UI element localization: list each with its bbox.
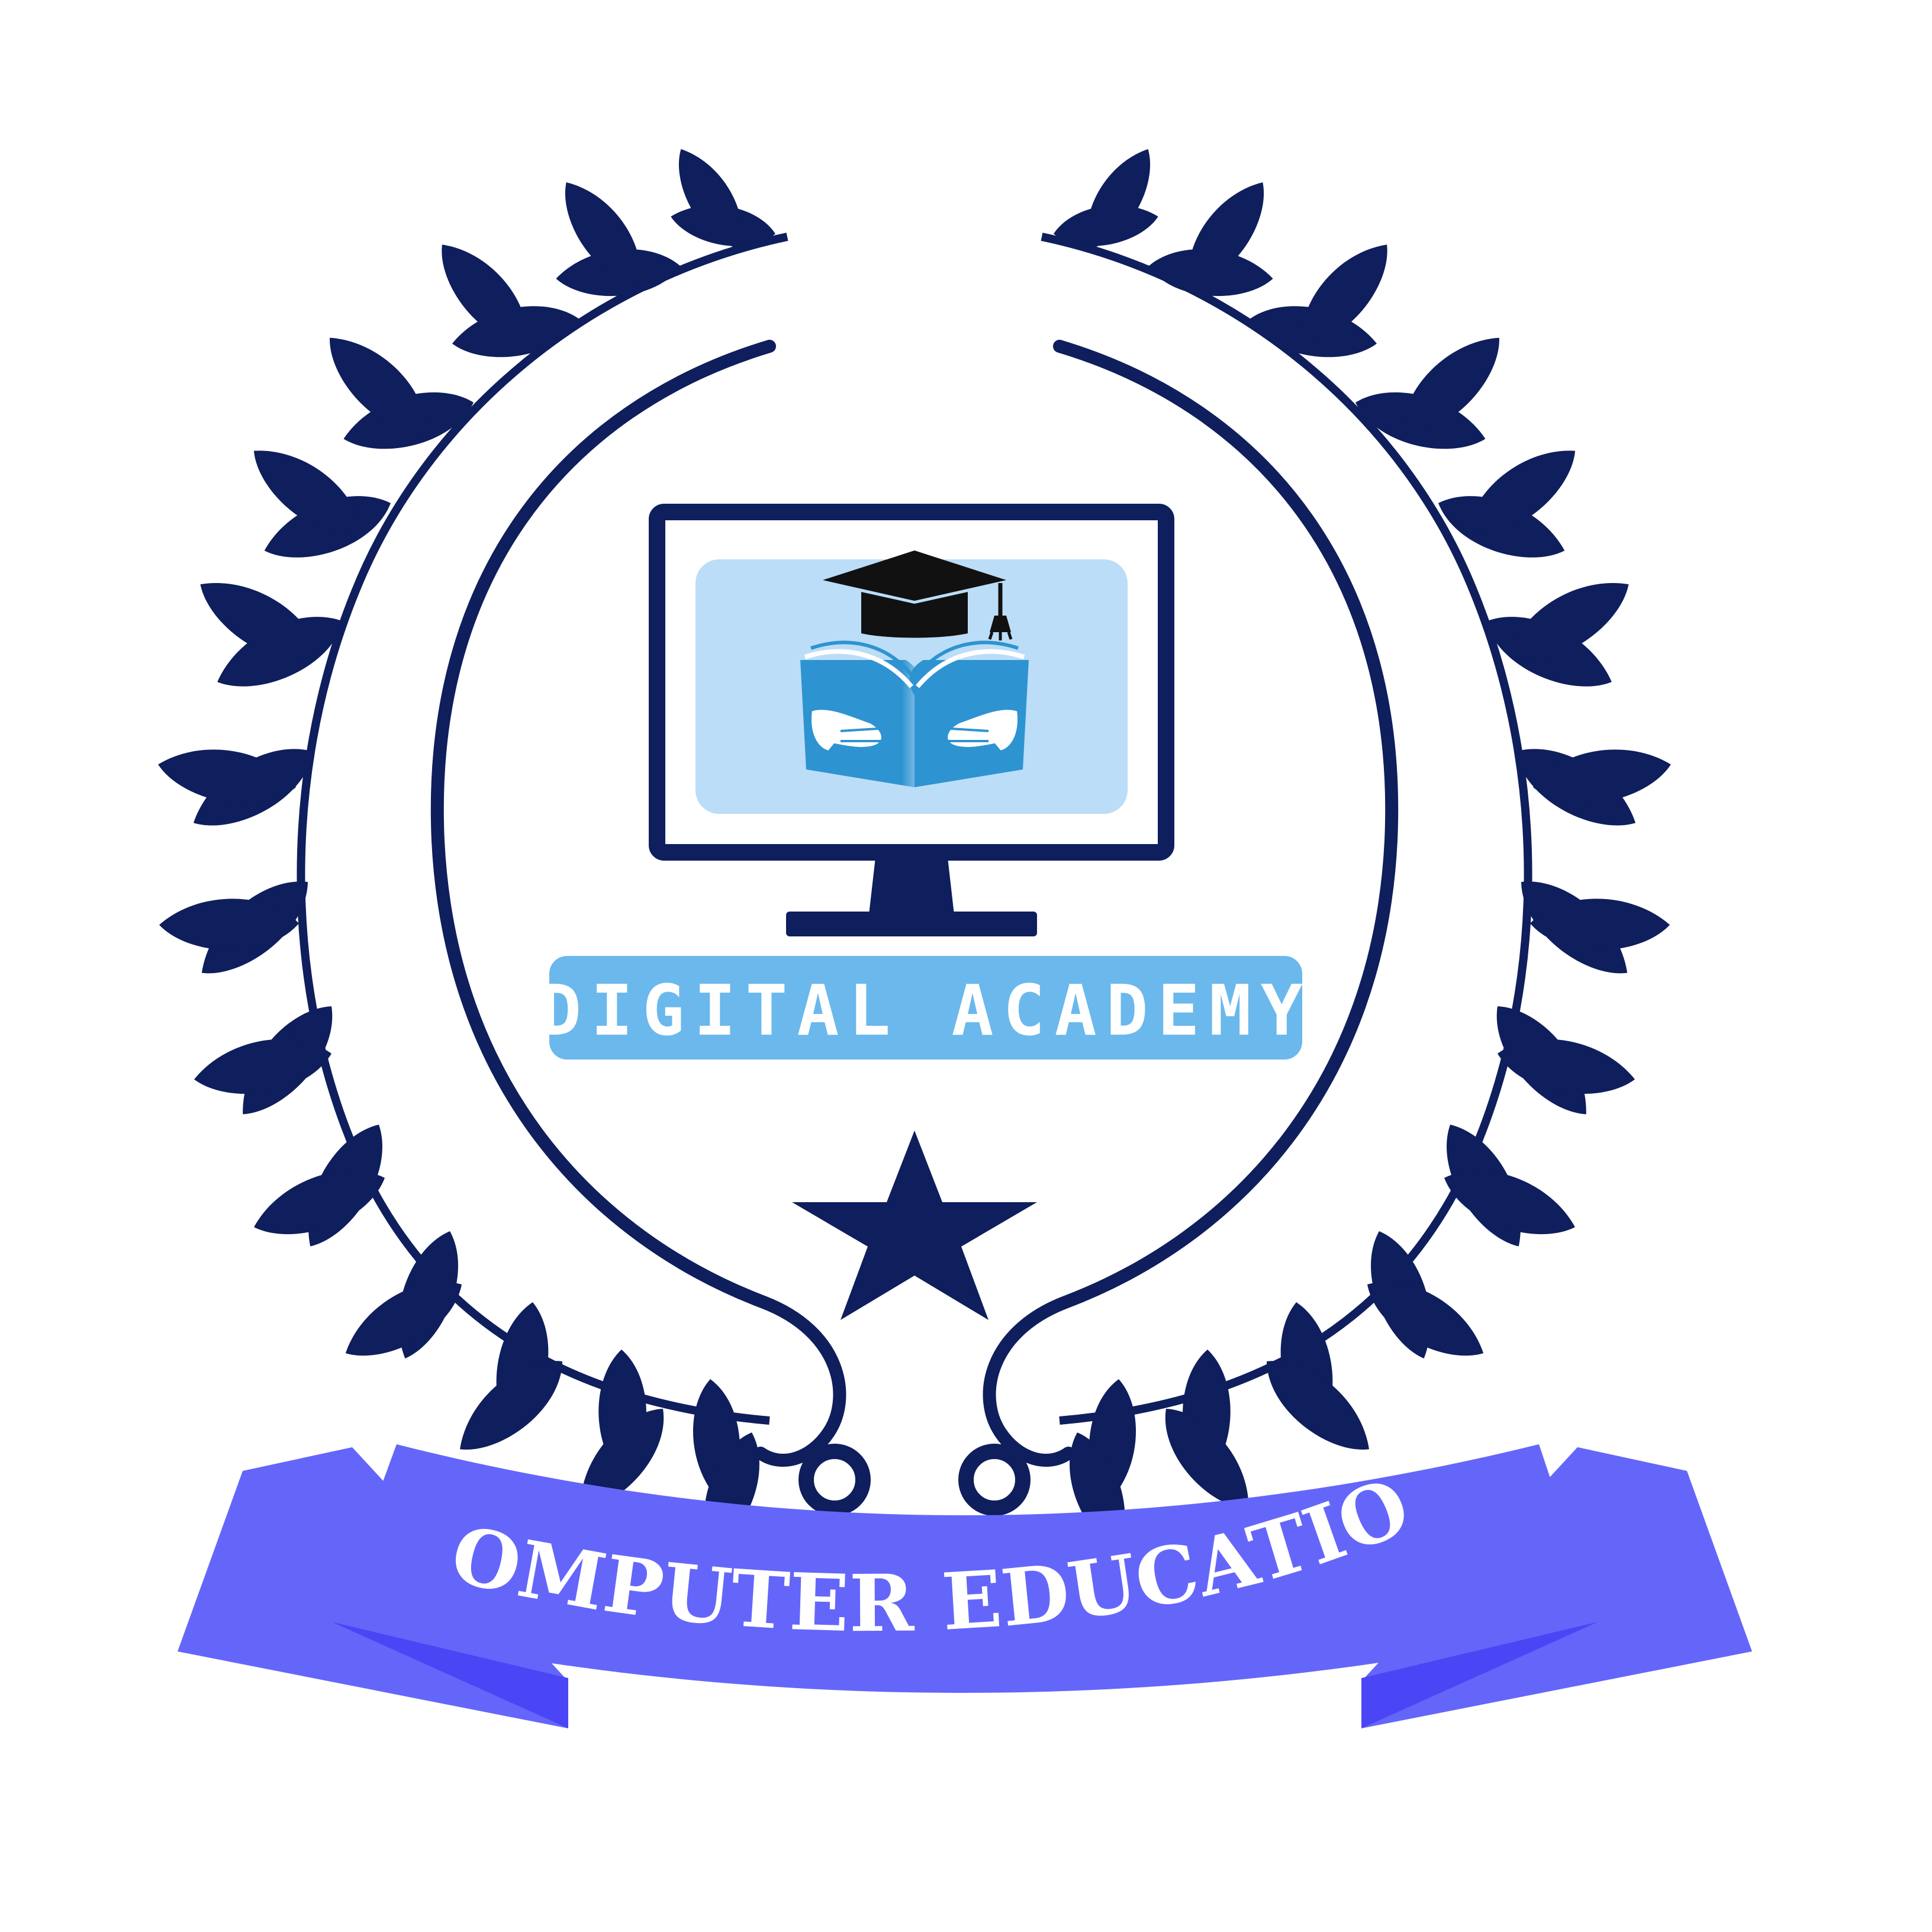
academy-emblem: DIGITAL ACADEMY COMPUTER EDUCATION <box>0 0 1752 1728</box>
academy-name: DIGITAL ACADEMY <box>539 970 1312 1051</box>
star-icon <box>792 1131 1037 1320</box>
academy-name-plate: DIGITAL ACADEMY <box>539 956 1312 1060</box>
